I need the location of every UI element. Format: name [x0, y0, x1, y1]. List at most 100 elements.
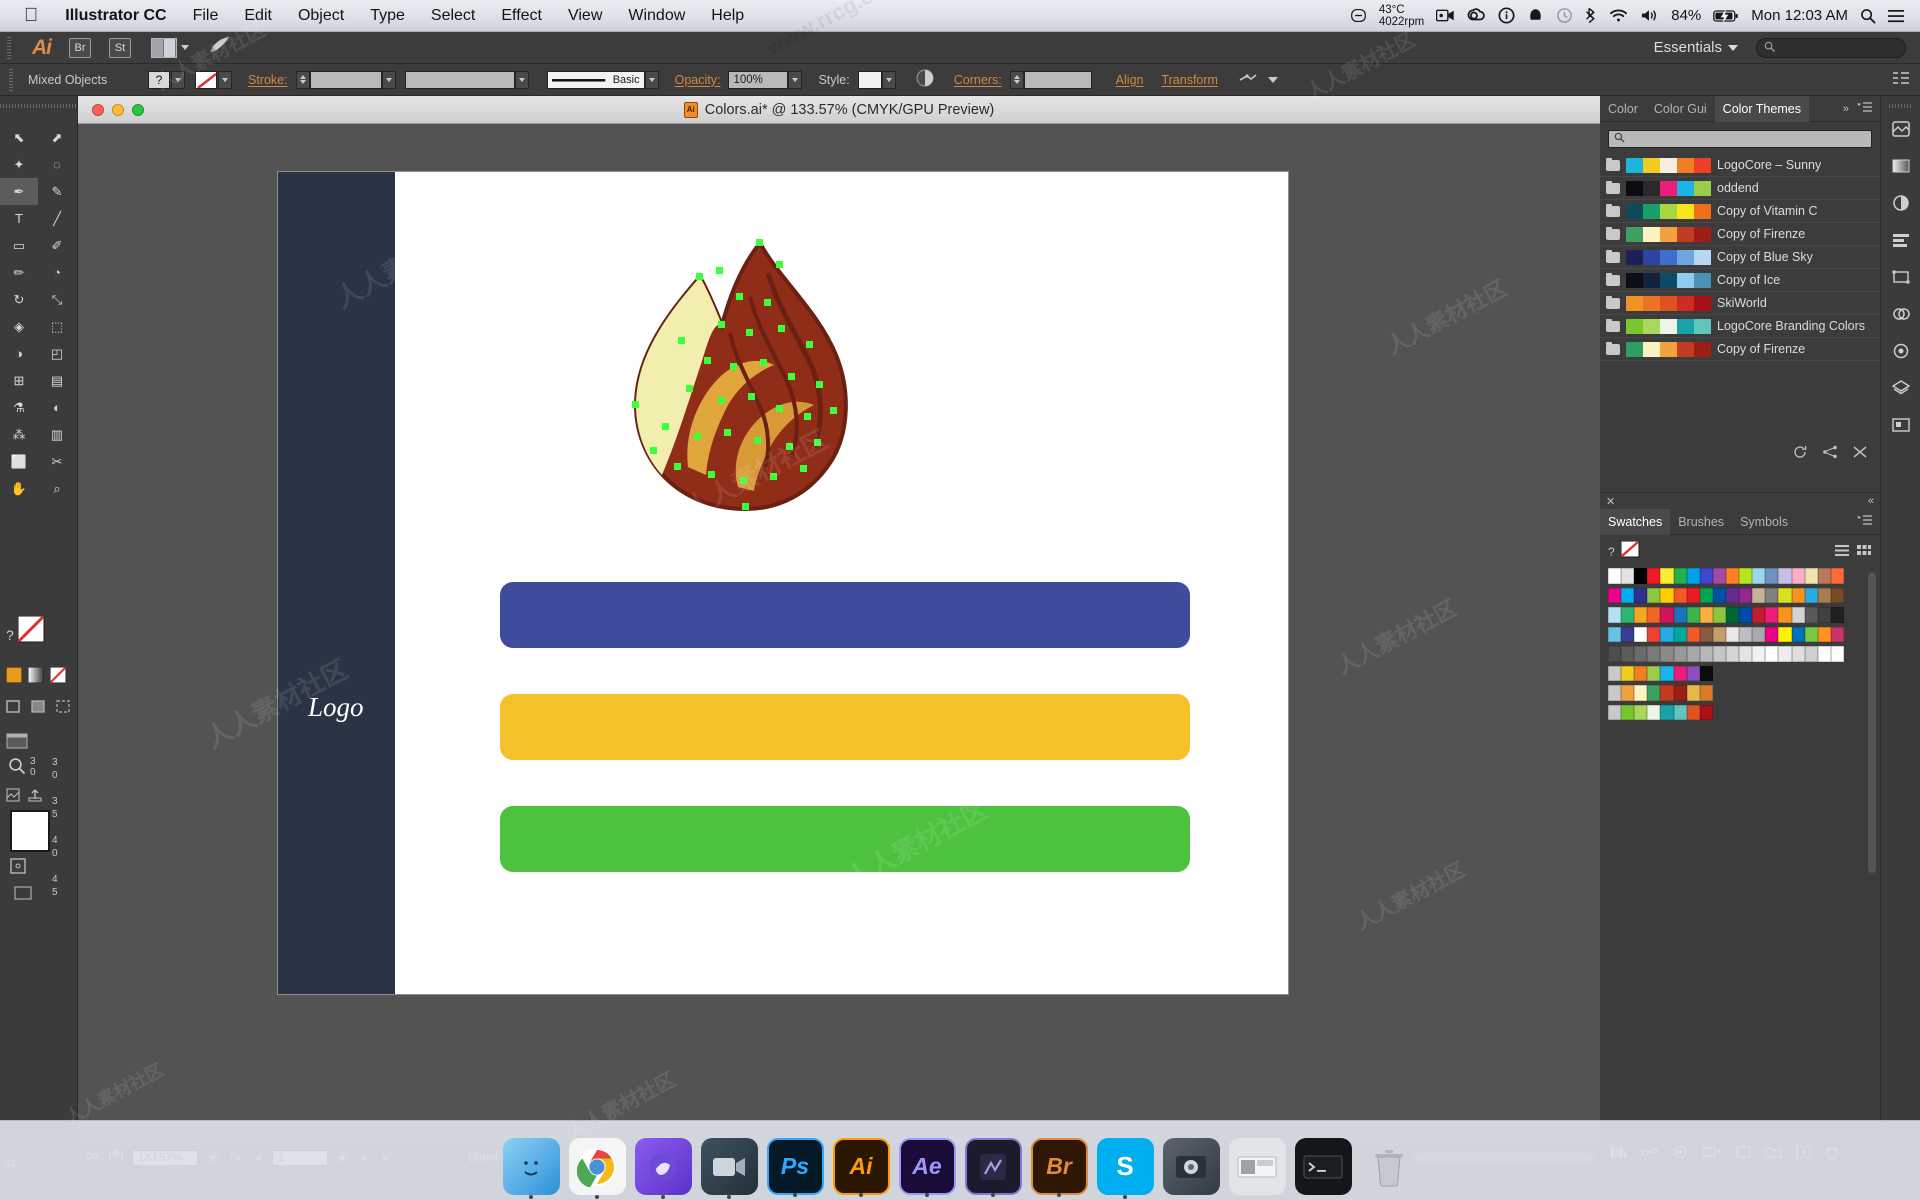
swatch[interactable]: [1634, 665, 1648, 681]
swatch[interactable]: [1673, 646, 1687, 662]
transform-panel-icon[interactable]: [1891, 268, 1911, 290]
stroke-weight-dropdown-icon[interactable]: [381, 70, 396, 89]
refresh-icon[interactable]: [1792, 445, 1808, 462]
dock-item-media-encoder[interactable]: [964, 1138, 1022, 1195]
tab-color[interactable]: Color: [1600, 96, 1646, 122]
swatch[interactable]: [1686, 568, 1700, 584]
swatch[interactable]: [1608, 607, 1622, 623]
menu-app-name[interactable]: Illustrator CC: [52, 7, 179, 25]
swatch[interactable]: [1621, 607, 1635, 623]
swatch-grid[interactable]: [1600, 566, 1880, 722]
swatch[interactable]: [1725, 568, 1740, 584]
swatch[interactable]: [1660, 626, 1674, 642]
info-circle-icon[interactable]: [1498, 7, 1515, 24]
shape-builder-tool[interactable]: ◑: [0, 340, 38, 367]
cpu-temp-readout[interactable]: 43°C 4022rpm: [1379, 4, 1424, 28]
isolate-selected-icon[interactable]: [1238, 71, 1258, 88]
swatch[interactable]: [1686, 587, 1700, 603]
theme-swatch[interactable]: [1660, 226, 1677, 242]
dock-item-illustrator[interactable]: Ai: [832, 1138, 890, 1195]
swatch[interactable]: [1621, 685, 1635, 701]
menu-item-view[interactable]: View: [555, 7, 615, 25]
fill-dropdown-icon[interactable]: [171, 70, 185, 89]
theme-row[interactable]: LogoCore Branding Colors: [1600, 315, 1880, 338]
swatch[interactable]: [1647, 568, 1661, 584]
menu-item-window[interactable]: Window: [615, 7, 698, 25]
theme-swatch[interactable]: [1694, 272, 1711, 288]
slice-tool[interactable]: ✂: [38, 448, 76, 475]
tab-brushes[interactable]: Brushes: [1670, 509, 1732, 535]
swatch[interactable]: [1778, 626, 1792, 642]
stroke-color-control[interactable]: [195, 70, 232, 89]
opacity-dropdown-icon[interactable]: [788, 70, 803, 89]
theme-swatch[interactable]: [1694, 203, 1711, 219]
symbol-sprayer-tool[interactable]: ⁂: [0, 421, 38, 448]
lasso-tool[interactable]: ◌: [38, 151, 76, 178]
dock-item-after-effects[interactable]: Ae: [898, 1138, 956, 1195]
search-icon[interactable]: [1860, 8, 1876, 24]
theme-swatches[interactable]: [1626, 203, 1711, 219]
double-chevron-left-icon[interactable]: «: [1868, 495, 1874, 507]
stroke-weight-field[interactable]: [309, 70, 382, 89]
bar-blue[interactable]: [500, 582, 1190, 648]
corners-field[interactable]: [1023, 70, 1092, 89]
swatch[interactable]: [1621, 626, 1635, 642]
brush-definition-field[interactable]: Basic: [546, 70, 645, 89]
theme-swatch[interactable]: [1694, 295, 1711, 311]
swatch[interactable]: [1791, 587, 1805, 603]
swatch[interactable]: [1634, 685, 1648, 701]
align-button[interactable]: Align: [1116, 73, 1144, 87]
stroke-swatch[interactable]: [195, 70, 217, 89]
swatch[interactable]: [1673, 607, 1687, 623]
swatch[interactable]: [1791, 607, 1805, 623]
rocket-icon[interactable]: [209, 36, 231, 59]
theme-swatch[interactable]: [1626, 157, 1643, 173]
theme-swatch[interactable]: [1626, 318, 1643, 334]
none-swatch-icon[interactable]: [49, 666, 67, 686]
swatch[interactable]: [1699, 587, 1713, 603]
swatch[interactable]: [1608, 704, 1622, 720]
grid-view-icon[interactable]: [1856, 544, 1872, 560]
swatch[interactable]: [1778, 646, 1792, 662]
dock-item-finder[interactable]: [502, 1138, 560, 1195]
volume-icon[interactable]: [1640, 8, 1659, 23]
swatch[interactable]: [1752, 646, 1766, 662]
image-trace-icon[interactable]: [6, 788, 20, 805]
bridge-button[interactable]: Br: [69, 37, 91, 58]
swatch[interactable]: [1725, 607, 1740, 623]
theme-swatch[interactable]: [1626, 180, 1643, 196]
swatch[interactable]: [1699, 626, 1713, 642]
tab-symbols[interactable]: Symbols: [1732, 509, 1796, 535]
rail-drag-grip[interactable]: [1889, 101, 1913, 111]
gradient-tool[interactable]: ▤: [38, 367, 76, 394]
swatch[interactable]: [1673, 665, 1687, 681]
swatch[interactable]: [1778, 587, 1792, 603]
theme-swatch[interactable]: [1694, 341, 1711, 357]
swatch[interactable]: [1673, 568, 1687, 584]
style-dropdown-icon[interactable]: [881, 70, 896, 89]
hamburger-icon[interactable]: [1888, 9, 1904, 23]
swatch[interactable]: [1621, 704, 1635, 720]
panel-menu-icon[interactable]: [1857, 514, 1880, 529]
dock-item-chrome[interactable]: [568, 1138, 626, 1195]
swatch[interactable]: [1686, 646, 1700, 662]
swatch[interactable]: [1817, 607, 1831, 623]
swatch[interactable]: [1791, 568, 1805, 584]
selection-tool[interactable]: ⬉: [0, 124, 38, 151]
stroke-dropdown-icon[interactable]: [218, 70, 232, 89]
swatch[interactable]: [1699, 607, 1713, 623]
draw-normal-icon[interactable]: [6, 700, 21, 717]
swatch[interactable]: [1739, 568, 1753, 584]
swatch[interactable]: [1673, 587, 1687, 603]
theme-swatch[interactable]: [1694, 226, 1711, 242]
theme-swatch[interactable]: [1626, 272, 1643, 288]
pencil-tool[interactable]: ✏: [0, 259, 38, 286]
menu-bar-clock[interactable]: Mon 12:03 AM: [1751, 7, 1848, 24]
swatch[interactable]: [1712, 626, 1726, 642]
theme-swatches[interactable]: [1626, 157, 1711, 173]
swatch[interactable]: [1817, 587, 1831, 603]
theme-swatch[interactable]: [1643, 249, 1660, 265]
toolbar-stroke-swatch[interactable]: [17, 615, 54, 653]
creative-cloud-icon[interactable]: [1467, 7, 1486, 24]
swatch[interactable]: [1686, 607, 1700, 623]
